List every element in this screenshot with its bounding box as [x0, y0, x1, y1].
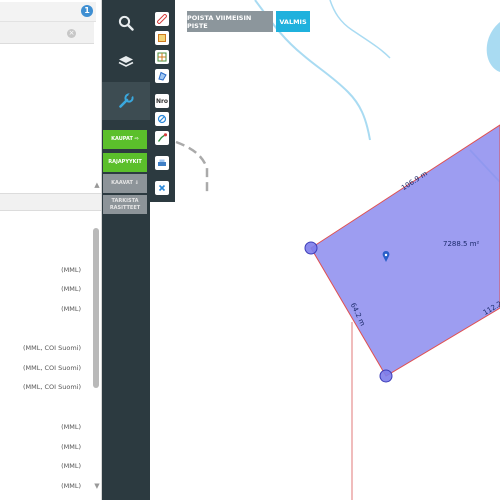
section-header [0, 193, 101, 211]
list-item[interactable]: (MML) [61, 462, 81, 470]
grid-icon [157, 52, 167, 62]
layers-icon [118, 56, 134, 67]
tarkista-rasitteet-button[interactable]: TARKISTA RASITTEET [103, 195, 147, 214]
print-icon [158, 159, 166, 166]
ruler-icon [157, 14, 167, 24]
clear-icon[interactable]: × [67, 29, 76, 38]
number-tool-button[interactable]: Nro [155, 94, 169, 108]
list-item[interactable]: (MML) [61, 305, 81, 313]
search-icon [118, 15, 134, 31]
cancel-measure-button[interactable] [155, 112, 169, 126]
list-item[interactable]: (MML) [61, 423, 81, 431]
circle-slash-icon [157, 114, 167, 124]
close-tools-button[interactable] [155, 181, 169, 195]
list-item[interactable]: (MML) [61, 482, 81, 490]
search-field[interactable] [0, 22, 94, 44]
measure-area-button[interactable] [155, 31, 169, 45]
list-item[interactable]: (MML) [61, 443, 81, 451]
polygon-vertex [379, 369, 393, 383]
draw-polygon-button[interactable] [155, 69, 169, 83]
left-panel: 1 × ▲ ▼ (MML) (MML) (MML) (MML, COI Suom… [0, 0, 102, 500]
grid-tool-button[interactable] [155, 50, 169, 64]
notification-badge: 1 [81, 5, 93, 17]
scroll-down-arrow[interactable]: ▼ [93, 482, 101, 490]
layers-button[interactable] [102, 43, 150, 81]
area-measure-icon [158, 34, 166, 42]
road-line [175, 140, 209, 195]
water-body [486, 22, 500, 72]
area-label: 7288.5 m² [443, 240, 480, 248]
scrollbar-thumb[interactable] [93, 228, 99, 388]
draw-polygon-icon [158, 71, 167, 81]
kaavat-button[interactable]: KAAVAT ⇓ [103, 174, 147, 193]
tool-sidebar [102, 0, 150, 500]
search-button[interactable] [102, 4, 150, 42]
route-tool-button[interactable] [155, 131, 169, 145]
map-canvas[interactable]: 106.9 m 7288.5 m² 64.2 m 112.2 POISTA VI… [175, 0, 500, 500]
stream-line-2 [329, 0, 391, 59]
rajapyykit-button[interactable]: RAJAPYYKIT [103, 153, 147, 172]
map-drawing: 106.9 m 7288.5 m² 64.2 m 112.2 [175, 0, 500, 500]
route-icon [157, 133, 167, 142]
kaupat-button[interactable]: KAUPAT ⇨ [103, 130, 147, 149]
list-item[interactable]: (MML, COI Suomi) [23, 364, 81, 372]
close-icon [158, 184, 166, 192]
wrench-icon [119, 93, 134, 108]
tools-button[interactable] [102, 82, 150, 120]
list-item[interactable]: (MML) [61, 266, 81, 274]
remove-last-point-button[interactable]: POISTA VIIMEISIN PISTE [187, 11, 273, 32]
done-button[interactable]: VALMIS [276, 11, 310, 32]
polygon-vertex [304, 241, 318, 255]
scroll-up-arrow[interactable]: ▲ [93, 181, 101, 189]
print-button[interactable] [155, 156, 169, 170]
list-item[interactable]: (MML) [61, 285, 81, 293]
list-item[interactable]: (MML, COI Suomi) [23, 383, 81, 391]
list-item[interactable]: (MML, COI Suomi) [23, 344, 81, 352]
measure-line-button[interactable] [155, 12, 169, 26]
measured-area [310, 124, 500, 377]
